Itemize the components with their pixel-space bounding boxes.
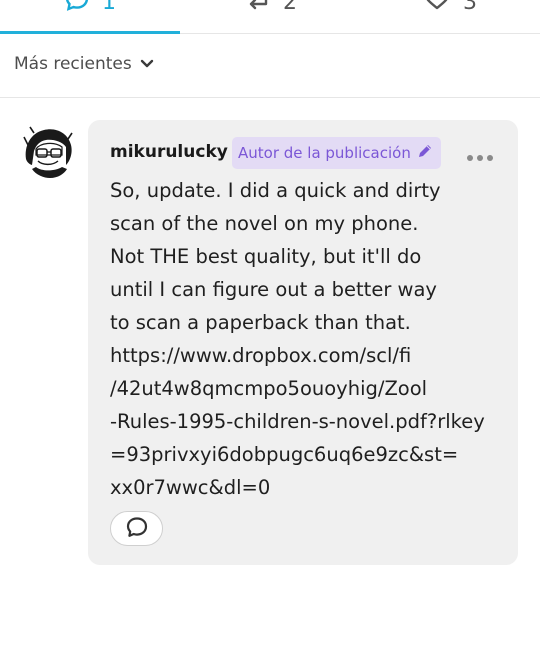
tab-reblogs[interactable]: 2 — [180, 0, 360, 33]
comment-line: Not THE best quality, but it'll do — [110, 245, 422, 268]
tab-likes[interactable]: 3 — [360, 0, 540, 33]
comment-bubble: mikurulucky Autor de la publicación So, … — [88, 120, 518, 565]
comment-body: So, update. I did a quick and dirty scan… — [110, 174, 510, 504]
comment-link-line[interactable]: -Rules-1995-children-s-novel.pdf?rlkey — [110, 405, 510, 438]
comment-link-line[interactable]: xx0r7wwc&dl=0 — [110, 471, 510, 504]
more-options-icon[interactable] — [466, 148, 494, 161]
tab-reblogs-count: 2 — [283, 0, 297, 15]
comment-link-line[interactable]: https://www.dropbox.com/scl/fi — [110, 339, 510, 372]
badge-label: Autor de la publicación — [238, 144, 411, 162]
comment-line: to scan a paperback than that. — [110, 311, 411, 334]
comment-line: So, update. I did a quick and dirty — [110, 179, 441, 202]
reactions-tabs: 1 2 3 — [0, 0, 540, 34]
comment-link-line[interactable]: /42ut4w8qmcmpo5ouoyhig/Zool — [110, 372, 510, 405]
sort-dropdown[interactable]: Más recientes — [14, 54, 154, 74]
post-author-badge: Autor de la publicación — [232, 137, 441, 169]
heart-icon — [423, 0, 451, 18]
pencil-icon — [417, 143, 433, 163]
tab-comments[interactable]: 1 — [0, 0, 180, 34]
reblog-icon — [243, 0, 271, 18]
comment-line: scan of the novel on my phone. — [110, 212, 419, 235]
reply-button[interactable] — [110, 511, 163, 546]
sort-label: Más recientes — [14, 54, 132, 74]
tab-comments-count: 1 — [102, 0, 116, 15]
reply-icon — [125, 516, 149, 542]
comment-icon — [64, 0, 90, 18]
comment-link-line[interactable]: =93privxyi6dobpugc6uq6e9zc&st= — [110, 438, 510, 471]
sort-bar: Más recientes — [0, 34, 540, 98]
comment-username[interactable]: mikurulucky — [110, 142, 228, 162]
avatar[interactable] — [22, 125, 74, 181]
tab-likes-count: 3 — [463, 0, 477, 15]
comment-line: until I can figure out a better way — [110, 278, 437, 301]
chevron-down-icon — [140, 54, 154, 74]
